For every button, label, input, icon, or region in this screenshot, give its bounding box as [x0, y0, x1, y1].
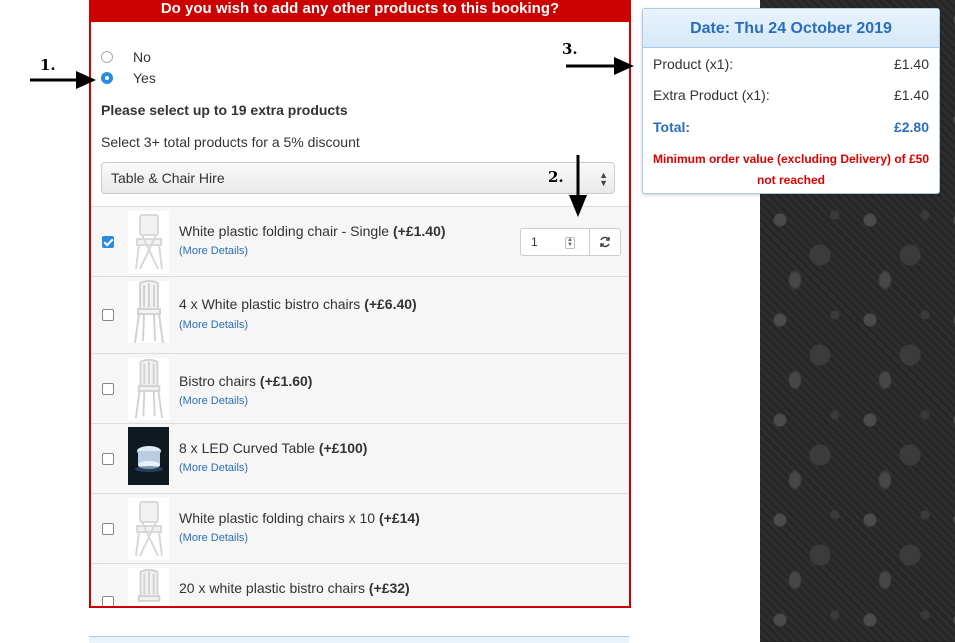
summary-line-label: Extra Product (x1):	[653, 87, 770, 103]
select-arrows-icon: ▲ ▼	[599, 170, 608, 188]
product-checkbox[interactable]	[102, 309, 114, 321]
product-title: White plastic folding chair - Single (+£…	[179, 223, 446, 239]
more-details-link[interactable]: (More Details)	[179, 395, 248, 407]
product-title: 8 x LED Curved Table (+£100)	[179, 440, 368, 456]
product-title: Bistro chairs (+£1.60)	[179, 373, 313, 389]
total-value: £2.80	[893, 119, 929, 135]
product-title: 4 x White plastic bistro chairs (+£6.40)	[179, 296, 417, 312]
summary-line-label: Product (x1):	[653, 56, 734, 72]
product-checkbox[interactable]	[102, 596, 114, 606]
summary-line-value: £1.40	[893, 87, 929, 103]
panel-header: Do you wish to add any other products to…	[91, 0, 629, 22]
total-label: Total:	[653, 119, 691, 135]
product-limit-instruction: Please select up to 19 extra products	[101, 102, 348, 118]
annotation-label-2: 2.	[548, 168, 564, 186]
summary-line: Extra Product (x1): £1.40	[653, 87, 929, 103]
list-item: Bistro chairs (+£1.60) (More Details)	[91, 354, 629, 424]
list-item: White plastic folding chair - Single (+£…	[91, 207, 629, 277]
refresh-button[interactable]	[589, 228, 621, 256]
more-details-link[interactable]: (More Details)	[179, 532, 248, 544]
radio-yes-button[interactable]	[101, 72, 113, 84]
minimum-order-warning: Minimum order value (excluding Delivery)…	[652, 152, 930, 187]
radio-yes[interactable]: Yes	[101, 70, 156, 86]
product-title: White plastic folding chairs x 10 (+£14)	[179, 510, 420, 526]
annotation-arrow-right-icon	[566, 57, 634, 75]
list-item: White plastic folding chairs x 10 (+£14)…	[91, 494, 629, 564]
discount-note: Select 3+ total products for a 5% discou…	[101, 134, 360, 150]
spinner-icon[interactable]: ▲ ▼	[565, 237, 575, 249]
summary-total: Total: £2.80	[653, 119, 929, 135]
list-item: 20 x white plastic bistro chairs (+£32)	[91, 564, 629, 606]
category-select-value: Table & Chair Hire	[111, 170, 225, 186]
bistro-chair-image	[128, 280, 169, 344]
list-item: 4 x White plastic bistro chairs (+£6.40)…	[91, 277, 629, 354]
product-checkbox[interactable]	[102, 235, 114, 248]
annotation-arrow-right-icon	[30, 71, 96, 89]
more-details-link[interactable]: (More Details)	[179, 319, 248, 331]
summary-line-value: £1.40	[893, 56, 929, 72]
quantity-stepper[interactable]: 1 ▲ ▼	[520, 228, 590, 256]
radio-no-button[interactable]	[101, 51, 113, 63]
summary-line: Product (x1): £1.40	[653, 56, 929, 72]
radio-yes-label: Yes	[133, 70, 156, 86]
summary-date-title: Date: Thu 24 October 2019	[643, 9, 939, 48]
bistro-chair-image	[128, 568, 169, 606]
product-checkbox[interactable]	[102, 522, 114, 535]
quantity-value: 1	[531, 235, 538, 249]
product-title: 20 x white plastic bistro chairs (+£32)	[179, 580, 410, 596]
product-list: White plastic folding chair - Single (+£…	[91, 206, 629, 606]
refresh-icon	[600, 236, 610, 248]
more-details-link[interactable]: (More Details)	[179, 245, 248, 257]
product-checkbox[interactable]	[102, 382, 114, 395]
booking-summary: Date: Thu 24 October 2019 Product (x1): …	[642, 8, 940, 194]
product-checkbox[interactable]	[102, 452, 114, 465]
radio-no-label: No	[133, 49, 151, 65]
more-details-link[interactable]: (More Details)	[179, 462, 248, 474]
extra-products-panel: Do you wish to add any other products to…	[89, 0, 631, 608]
radio-no[interactable]: No	[101, 49, 151, 65]
led-table-image	[128, 427, 169, 485]
list-item: 8 x LED Curved Table (+£100) (More Detai…	[91, 424, 629, 494]
category-select[interactable]: Table & Chair Hire ▲ ▼	[101, 162, 615, 194]
folding-chair-image	[128, 211, 169, 273]
folding-chair-image	[128, 498, 169, 560]
annotation-arrow-down-icon	[569, 155, 587, 217]
bistro-chair-image	[128, 358, 169, 420]
